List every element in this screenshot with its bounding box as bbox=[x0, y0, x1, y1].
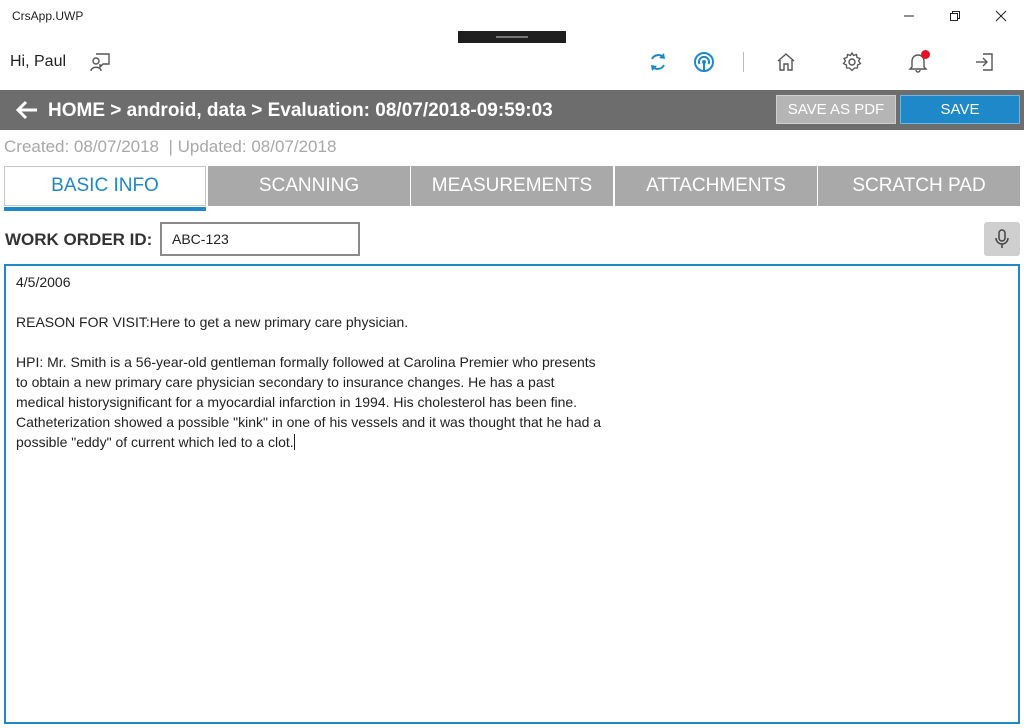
restore-icon bbox=[950, 11, 960, 21]
feedback-icon bbox=[90, 53, 110, 72]
minimize-button[interactable] bbox=[886, 0, 932, 32]
broadcast-icon bbox=[694, 52, 714, 72]
logout-icon bbox=[976, 53, 993, 71]
notes-hpi-text: HPI: Mr. Smith is a 56-year-old gentlema… bbox=[16, 354, 602, 450]
tab-attachments[interactable]: ATTACHMENTS bbox=[615, 166, 817, 206]
minimize-icon bbox=[904, 15, 914, 17]
save-button[interactable]: SAVE bbox=[900, 95, 1020, 124]
notes-hpi: HPI: Mr. Smith is a 56-year-old gentlema… bbox=[16, 352, 606, 452]
breadcrumb: HOME > android, data > Evaluation: 08/07… bbox=[48, 100, 553, 121]
dictation-button[interactable] bbox=[984, 222, 1020, 256]
notes-textarea[interactable]: 4/5/2006 REASON FOR VISIT:Here to get a … bbox=[4, 264, 1020, 724]
tab-basic-info[interactable]: BASIC INFO bbox=[4, 166, 206, 206]
text-cursor bbox=[293, 434, 295, 450]
home-icon bbox=[777, 53, 795, 71]
save-as-pdf-button[interactable]: SAVE AS PDF bbox=[776, 95, 896, 124]
broadcast-button[interactable] bbox=[688, 46, 720, 78]
sync-button[interactable] bbox=[642, 46, 674, 78]
app-title: CrsApp.UWP bbox=[12, 9, 84, 23]
logout-button[interactable] bbox=[968, 46, 1000, 78]
home-button[interactable] bbox=[770, 46, 802, 78]
user-greeting: Hi, Paul bbox=[10, 53, 67, 70]
tab-scratch-pad[interactable]: SCRATCH PAD bbox=[818, 166, 1020, 206]
notes-reason: REASON FOR VISIT:Here to get a new prima… bbox=[16, 314, 409, 330]
work-order-input[interactable] bbox=[160, 222, 360, 256]
close-icon bbox=[995, 10, 1007, 22]
notes-date: 4/5/2006 bbox=[16, 274, 71, 290]
record-dates: Created: 08/07/2018 | Updated: 08/07/201… bbox=[4, 137, 337, 156]
tab-measurements[interactable]: MEASUREMENTS bbox=[411, 166, 613, 206]
gear-icon bbox=[842, 51, 862, 72]
back-arrow-icon bbox=[15, 100, 37, 120]
tab-scanning[interactable]: SCANNING bbox=[208, 166, 410, 206]
close-button[interactable] bbox=[978, 0, 1024, 32]
microphone-icon bbox=[995, 229, 1009, 248]
settings-button[interactable] bbox=[836, 46, 868, 78]
back-button[interactable] bbox=[14, 99, 40, 121]
feedback-button[interactable] bbox=[84, 46, 116, 78]
active-tab-indicator bbox=[4, 207, 206, 211]
notification-badge bbox=[921, 50, 930, 59]
work-order-label: WORK ORDER ID: bbox=[5, 230, 153, 249]
restore-button[interactable] bbox=[932, 0, 978, 32]
notifications-button[interactable] bbox=[902, 46, 934, 78]
title-bar: CrsApp.UWP bbox=[0, 0, 1024, 32]
sync-icon bbox=[651, 53, 665, 71]
drag-handle[interactable] bbox=[458, 31, 566, 43]
toolbar-divider bbox=[743, 52, 744, 72]
